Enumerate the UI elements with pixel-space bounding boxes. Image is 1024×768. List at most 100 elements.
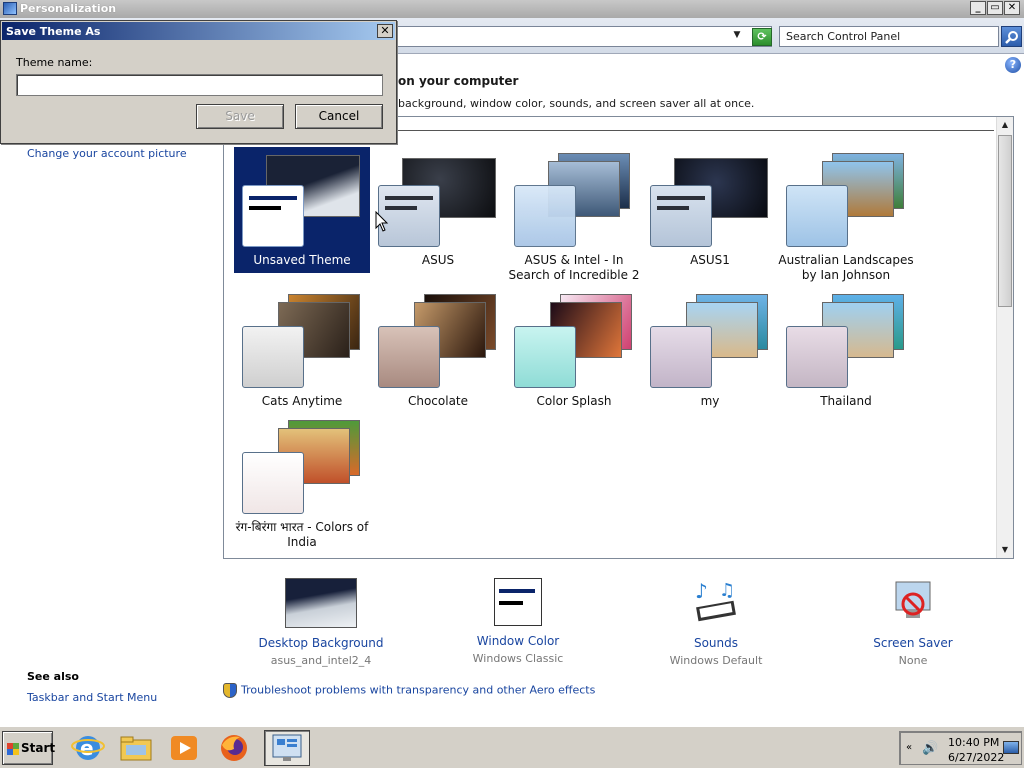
theme-my[interactable]: my xyxy=(642,288,778,414)
theme-thumbnail xyxy=(374,153,502,249)
dialog-close-button[interactable]: ✕ xyxy=(377,24,393,38)
theme-australian-landscapes[interactable]: Australian Landscapes by Ian Johnson xyxy=(778,147,914,282)
theme-thumbnail xyxy=(238,153,366,249)
save-button[interactable]: Save xyxy=(196,104,284,129)
theme-label: Australian Landscapes by Ian Johnson xyxy=(778,253,914,282)
address-dropdown-icon[interactable]: ▼ xyxy=(730,30,744,42)
theme-label: Color Splash xyxy=(536,394,612,408)
clock-time[interactable]: 10:40 PM xyxy=(948,736,999,749)
window-color-link[interactable]: Window Color xyxy=(448,634,588,648)
theme-label: Unsaved Theme xyxy=(253,253,351,267)
theme-list: Unsaved Theme ASUS ASUS & Intel - In Sea… xyxy=(223,116,1014,559)
window-color-icon xyxy=(494,578,542,626)
theme-asus[interactable]: ASUS xyxy=(370,147,506,273)
theme-thumbnail xyxy=(510,294,638,390)
theme-label: ASUS1 xyxy=(690,253,730,267)
troubleshoot-link[interactable]: Troubleshoot problems with transparency … xyxy=(241,684,595,697)
control-panel-taskbar-button[interactable] xyxy=(264,730,310,766)
shield-icon xyxy=(223,683,237,698)
theme-thumbnail xyxy=(646,153,774,249)
screen-saver-value: None xyxy=(898,654,928,667)
window-color-value: Windows Classic xyxy=(472,652,564,665)
page-heading: on your computer xyxy=(398,74,519,88)
svg-text:♫: ♫ xyxy=(719,580,735,601)
theme-thailand[interactable]: Thailand xyxy=(778,288,914,414)
restore-button[interactable]: ▭ xyxy=(987,1,1003,15)
theme-unsaved[interactable]: Unsaved Theme xyxy=(234,147,370,273)
desktop-background-value: asus_and_intel2_4 xyxy=(270,654,372,667)
volume-icon[interactable]: 🔊 xyxy=(922,741,938,756)
theme-label: Cats Anytime xyxy=(261,394,343,408)
theme-label: ASUS xyxy=(421,253,455,267)
system-tray: « 🔊 10:40 PM 6/27/2022 xyxy=(899,731,1022,765)
mouse-cursor-icon xyxy=(375,211,389,232)
theme-label: Thailand xyxy=(820,394,872,408)
internet-explorer-icon[interactable]: e xyxy=(70,731,106,765)
window-title: Personalization xyxy=(20,2,117,15)
screen-saver-link[interactable]: Screen Saver xyxy=(843,636,983,650)
scrollbar-thumb[interactable] xyxy=(998,135,1012,307)
theme-label: Chocolate xyxy=(407,394,469,408)
svg-text:♪: ♪ xyxy=(695,579,708,603)
close-button[interactable]: ✕ xyxy=(1004,1,1020,15)
media-player-icon[interactable] xyxy=(166,731,202,765)
theme-label: my xyxy=(700,394,720,408)
sounds-item[interactable]: ♪ ♫ Sounds Windows Default xyxy=(646,578,786,667)
sounds-value: Windows Default xyxy=(669,654,763,667)
theme-thumbnail xyxy=(510,153,638,249)
address-field[interactable] xyxy=(396,26,772,47)
window-color-item[interactable]: Window Color Windows Classic xyxy=(448,578,588,665)
file-explorer-icon[interactable] xyxy=(118,731,154,765)
search-icon[interactable] xyxy=(1001,26,1022,47)
sounds-link[interactable]: Sounds xyxy=(646,636,786,650)
start-label: Start xyxy=(21,741,56,755)
dialog-title: Save Theme As xyxy=(2,22,395,40)
show-desktop-icon[interactable] xyxy=(1003,741,1019,754)
troubleshoot-row[interactable]: Troubleshoot problems with transparency … xyxy=(223,683,595,698)
desktop-background-icon xyxy=(285,578,357,628)
refresh-icon[interactable]: ⟳ xyxy=(752,28,772,46)
theme-color-splash[interactable]: Color Splash xyxy=(506,288,642,414)
theme-asus-intel[interactable]: ASUS & Intel - In Search of Incredible 2 xyxy=(506,147,642,282)
window-titlebar[interactable]: Personalization _ ▭ ✕ xyxy=(0,0,1024,18)
theme-thumbnail xyxy=(782,294,910,390)
windows-logo-icon xyxy=(7,743,19,755)
theme-label: रंग-बिरंगा भारत - Colors of India xyxy=(235,520,369,549)
theme-asus1[interactable]: ASUS1 xyxy=(642,147,778,273)
sounds-icon: ♪ ♫ xyxy=(691,578,741,628)
scroll-down-icon[interactable]: ▼ xyxy=(997,542,1013,558)
desktop-background-item[interactable]: Desktop Background asus_and_intel2_4 xyxy=(251,578,391,667)
see-also-heading: See also xyxy=(27,670,79,683)
cancel-button[interactable]: Cancel xyxy=(295,104,383,129)
clock-date[interactable]: 6/27/2022 xyxy=(948,751,1004,764)
scroll-up-icon[interactable]: ▲ xyxy=(997,117,1013,133)
theme-colors-of-india[interactable]: रंग-बिरंगा भारत - Colors of India xyxy=(234,414,370,549)
theme-name-input[interactable] xyxy=(16,74,383,96)
theme-cats-anytime[interactable]: Cats Anytime xyxy=(234,288,370,414)
theme-thumbnail xyxy=(238,420,366,516)
theme-name-label: Theme name: xyxy=(16,56,93,69)
personalization-app-icon xyxy=(3,2,17,15)
taskbar-start-menu-link[interactable]: Taskbar and Start Menu xyxy=(27,691,157,704)
theme-list-scrollbar[interactable]: ▲ ▼ xyxy=(996,117,1013,558)
theme-thumbnail xyxy=(782,153,910,249)
change-account-picture-link[interactable]: Change your account picture xyxy=(27,147,187,160)
theme-thumbnail xyxy=(646,294,774,390)
control-panel-icon xyxy=(272,734,302,761)
save-theme-dialog: Save Theme As ✕ Theme name: Save Cancel xyxy=(0,20,397,144)
theme-label: ASUS & Intel - In Search of Incredible 2 xyxy=(508,253,640,282)
screen-saver-item[interactable]: Screen Saver None xyxy=(843,578,983,667)
minimize-button[interactable]: _ xyxy=(970,1,986,15)
desktop-background-link[interactable]: Desktop Background xyxy=(251,636,391,650)
show-hidden-icons-icon[interactable]: « xyxy=(906,742,912,753)
theme-chocolate[interactable]: Chocolate xyxy=(370,288,506,414)
theme-thumbnail xyxy=(374,294,502,390)
screen-saver-icon xyxy=(888,578,938,628)
theme-thumbnail xyxy=(238,294,366,390)
start-button[interactable]: Start xyxy=(2,731,56,765)
firefox-icon[interactable] xyxy=(216,731,252,765)
taskbar: Start e « 🔊 10:40 PM 6/27/2022 xyxy=(0,726,1024,768)
page-subheading: background, window color, sounds, and sc… xyxy=(398,97,755,110)
help-icon[interactable]: ? xyxy=(1005,57,1021,73)
search-input[interactable]: Search Control Panel xyxy=(779,26,999,47)
